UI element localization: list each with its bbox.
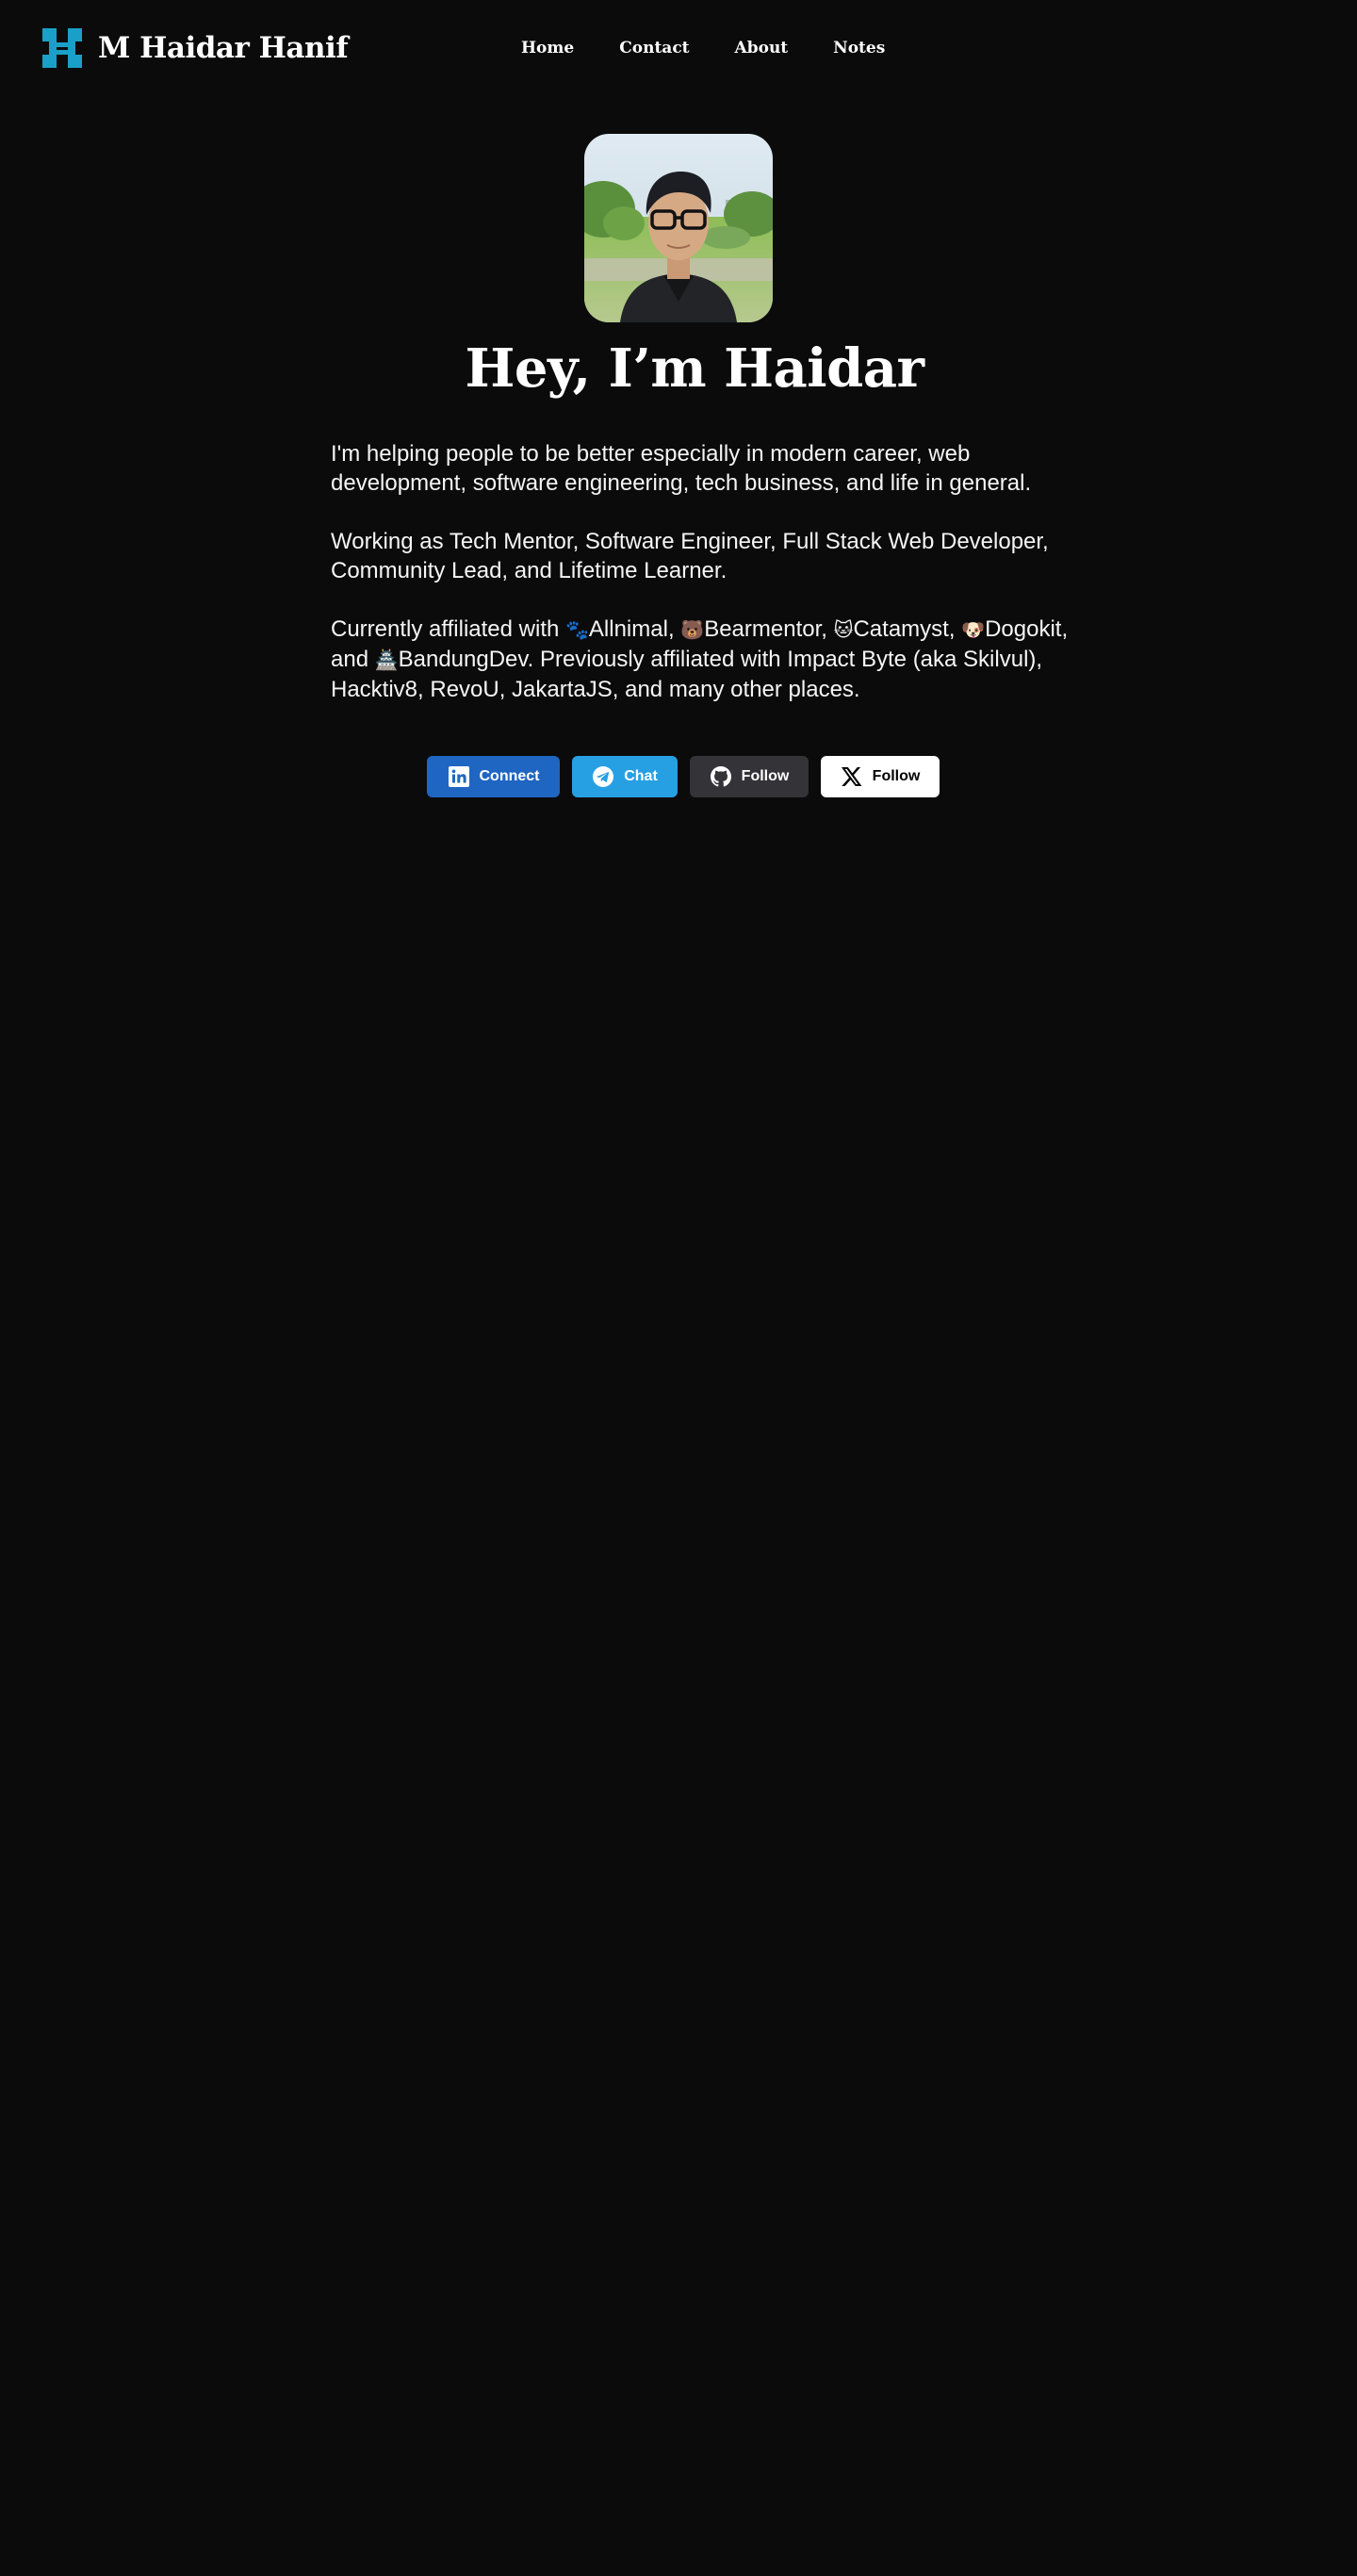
paw-icon: 🐾 [565, 618, 589, 641]
org-catamyst: Catamyst [853, 616, 949, 642]
profile-photo [584, 134, 773, 322]
button-label: Chat [624, 768, 658, 784]
site-header: M Haidar Hanif Home Contact About Notes [0, 0, 1357, 94]
telegram-chat-button[interactable]: Chat [572, 756, 678, 797]
separator: , [948, 616, 962, 642]
button-label: Follow [872, 768, 921, 784]
org-dogokit: Dogokit [985, 616, 1062, 642]
button-label: Follow [741, 768, 790, 784]
bear-icon: 🐻 [680, 618, 705, 641]
haidar-logo-icon [42, 28, 82, 68]
nav-notes[interactable]: Notes [833, 39, 885, 57]
button-label: Connect [479, 768, 540, 784]
telegram-icon [593, 766, 614, 787]
castle-icon: 🏯 [374, 648, 399, 671]
bio-paragraph: Working as Tech Mentor, Software Enginee… [331, 529, 1049, 583]
nav-about[interactable]: About [735, 39, 789, 57]
social-links: Connect Chat Follow Follow [427, 756, 940, 797]
nav-home[interactable]: Home [521, 39, 574, 57]
nav-contact[interactable]: Contact [619, 39, 689, 57]
separator: , [821, 616, 834, 642]
x-follow-button[interactable]: Follow [821, 756, 940, 797]
x-icon [841, 767, 862, 786]
org-bearmentor: Bearmentor [704, 616, 822, 642]
org-allnimal: Allnimal [588, 616, 668, 642]
bio: I'm helping people to be better especial… [331, 439, 1085, 704]
separator: , [667, 616, 681, 642]
affiliation-prefix: Currently affiliated with [331, 616, 565, 642]
brand-name: M Haidar Hanif [98, 31, 349, 65]
bio-paragraph: I'm helping people to be better especial… [331, 441, 1032, 496]
brand-link[interactable]: M Haidar Hanif [42, 27, 349, 69]
cat-icon: 🐱 [833, 618, 854, 641]
main-nav: Home Contact About Notes [521, 34, 885, 62]
dog-icon: 🐶 [961, 618, 986, 641]
linkedin-connect-button[interactable]: Connect [427, 756, 560, 797]
org-bandungdev: BandungDev [398, 647, 528, 672]
github-follow-button[interactable]: Follow [690, 756, 809, 797]
linkedin-icon [448, 766, 469, 787]
page-title: Hey, I’m Haidar [465, 337, 924, 400]
bio-paragraph-affiliations: Currently affiliated with 🐾Allnimal, 🐻Be… [331, 615, 1085, 704]
github-icon [710, 766, 731, 787]
